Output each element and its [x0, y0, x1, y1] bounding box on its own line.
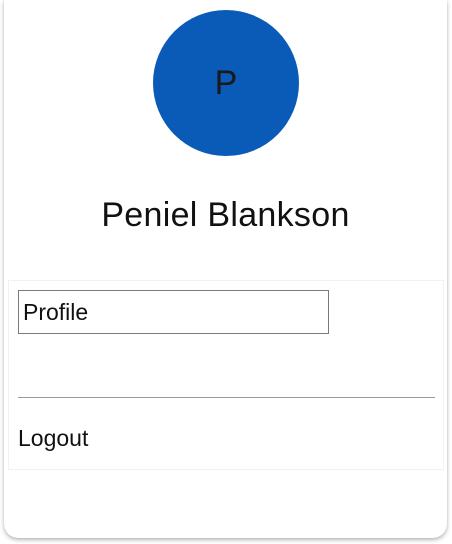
menu-item-profile-label: Profile: [23, 298, 89, 325]
user-name: Peniel Blankson: [101, 196, 350, 234]
menu-item-logout[interactable]: Logout: [18, 425, 88, 452]
menu-divider: [18, 397, 435, 398]
user-profile-card: P Peniel Blankson Profile Logout: [4, 0, 447, 538]
menu-item-logout-label: Logout: [18, 425, 89, 451]
avatar-initial: P: [214, 63, 238, 102]
avatar: P: [153, 10, 299, 156]
user-menu: Profile Logout: [8, 280, 444, 470]
menu-item-profile[interactable]: Profile: [18, 290, 329, 334]
